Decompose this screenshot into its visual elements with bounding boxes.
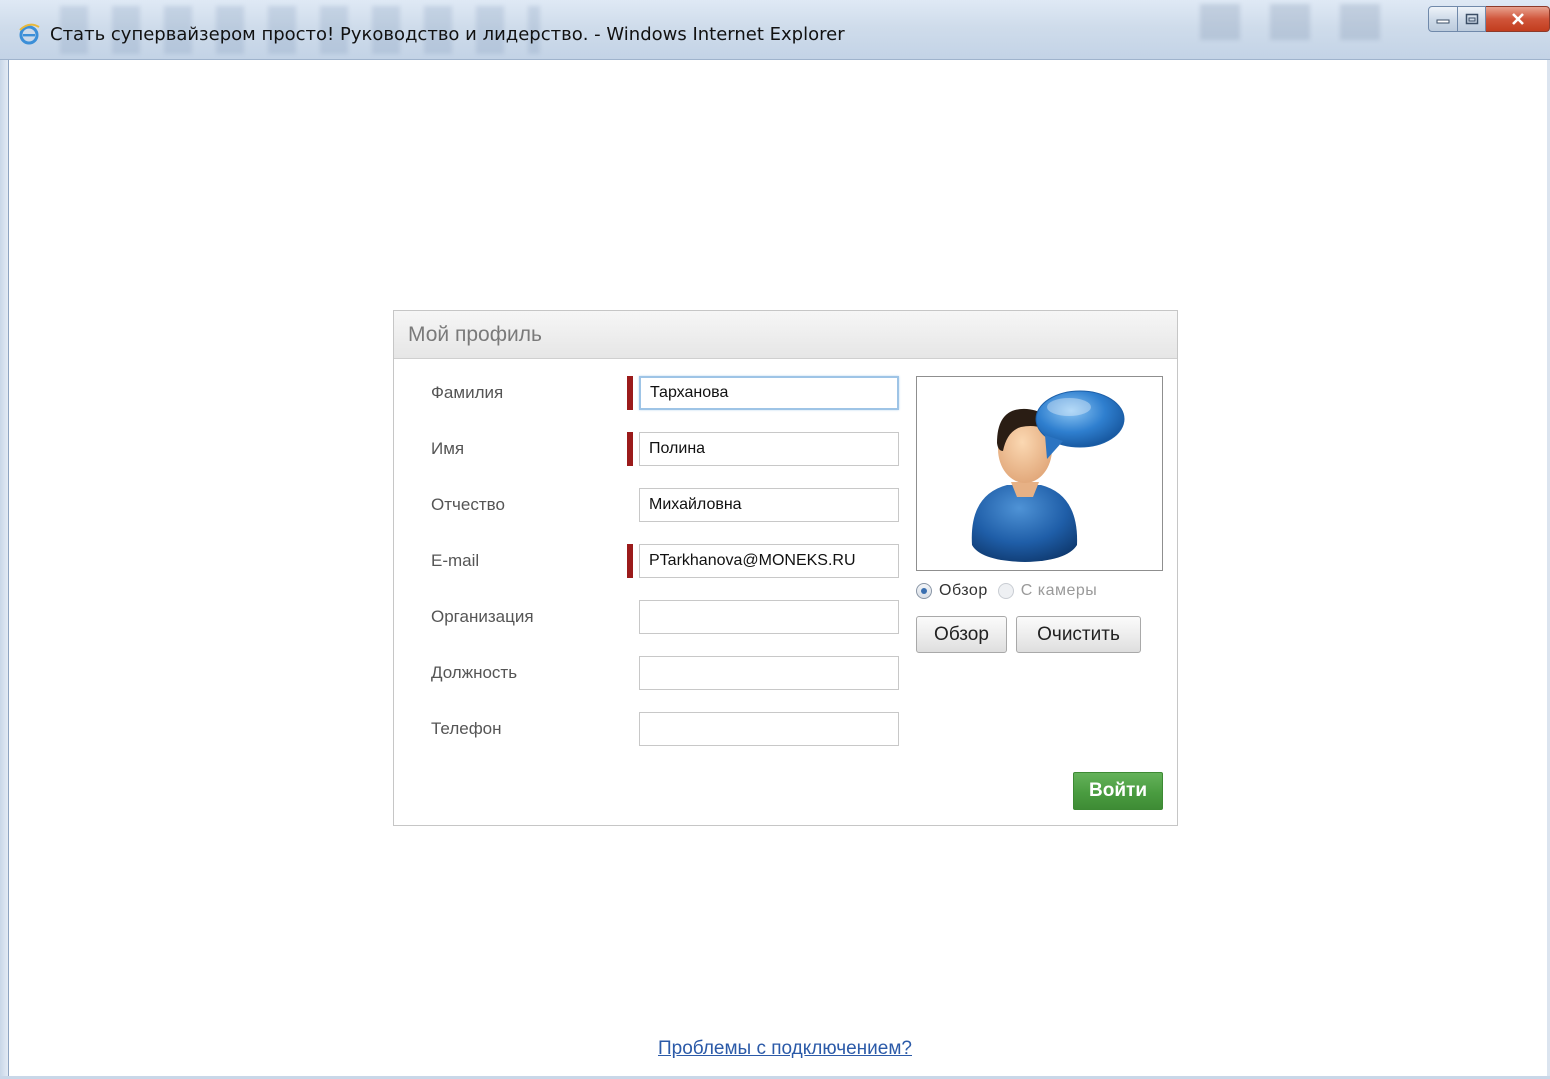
window-title: Стать супервайзером просто! Руководство … <box>50 24 845 45</box>
minimize-button[interactable] <box>1428 6 1458 32</box>
profile-panel-header: Мой профиль <box>394 311 1177 359</box>
email-label: E-mail <box>431 551 480 570</box>
close-icon <box>1511 13 1524 25</box>
maximize-button[interactable] <box>1458 6 1486 32</box>
connection-problems-link[interactable]: Проблемы с подключением? <box>658 1038 912 1060</box>
first-name-required-marker <box>627 432 633 466</box>
minimize-icon <box>1436 19 1450 24</box>
browse-photo-button[interactable]: Обзор <box>916 616 1007 653</box>
organization-input[interactable] <box>639 600 899 634</box>
last-name-label: Фамилия <box>431 383 504 402</box>
window-controls <box>1428 0 1550 40</box>
close-button[interactable] <box>1486 6 1550 32</box>
last-name-input[interactable] <box>639 376 899 410</box>
photo-source-camera-radio[interactable] <box>997 583 1014 599</box>
position-input[interactable] <box>639 656 899 690</box>
phone-input[interactable] <box>639 712 899 746</box>
photo-source-browse-label: Обзор <box>939 582 988 599</box>
email-required-marker <box>627 544 633 578</box>
profile-panel: Мой профиль Фамилия Имя Отчество E-mail … <box>393 310 1178 826</box>
internet-explorer-icon <box>19 23 40 45</box>
profile-panel-title: Мой профиль <box>408 323 542 346</box>
last-name-required-marker <box>627 376 633 410</box>
profile-photo <box>916 376 1163 571</box>
photo-source-camera-label: С камеры <box>1020 582 1098 599</box>
title-bar: Стать супервайзером просто! Руководство … <box>0 0 1550 60</box>
photo-source-browse-radio[interactable] <box>916 583 932 599</box>
first-name-label: Имя <box>431 439 465 458</box>
position-label: Должность <box>431 663 518 682</box>
window-frame-left <box>0 60 9 1079</box>
first-name-input[interactable] <box>639 432 899 466</box>
patronymic-input[interactable] <box>639 488 899 522</box>
title-bar-background-blur-right <box>1200 4 1390 40</box>
clear-photo-button[interactable]: Очистить <box>1016 616 1141 653</box>
browser-window: Стать супервайзером просто! Руководство … <box>0 0 1550 1079</box>
photo-source-options: Обзор С камеры <box>916 582 1107 600</box>
patronymic-label: Отчество <box>431 495 505 514</box>
phone-label: Телефон <box>431 719 502 738</box>
login-button[interactable]: Войти <box>1073 772 1163 810</box>
email-input[interactable] <box>639 544 899 578</box>
organization-label: Организация <box>431 607 534 626</box>
maximize-icon <box>1465 13 1478 25</box>
user-avatar-speech-bubble-icon <box>971 390 1125 562</box>
